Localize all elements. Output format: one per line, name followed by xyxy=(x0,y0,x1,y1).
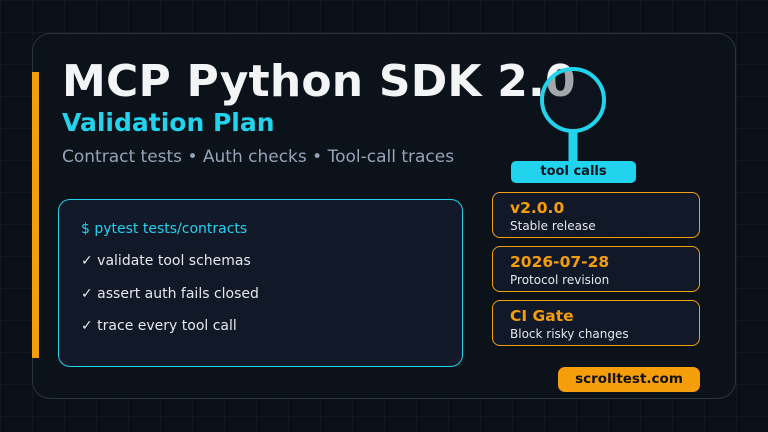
tool-calls-tag: tool calls xyxy=(511,161,636,183)
info-card-protocol: 2026-07-28 Protocol revision xyxy=(492,246,700,292)
terminal-command: $ pytest tests/contracts xyxy=(81,221,248,237)
terminal-check: ✓ trace every tool call xyxy=(81,318,237,334)
accent-bar xyxy=(32,72,39,358)
terminal-panel: $ pytest tests/contracts ✓ validate tool… xyxy=(58,199,463,367)
page-subtitle: Validation Plan xyxy=(62,108,275,137)
info-card-value: 2026-07-28 xyxy=(510,253,610,271)
info-card-label: Stable release xyxy=(510,219,596,233)
terminal-check: ✓ validate tool schemas xyxy=(81,253,251,269)
info-card-version: v2.0.0 Stable release xyxy=(492,192,700,238)
site-domain-badge: scrolltest.com xyxy=(558,367,700,392)
terminal-check: ✓ assert auth fails closed xyxy=(81,286,259,302)
slide: MCP Python SDK 2.0 Validation Plan Contr… xyxy=(0,0,768,432)
info-card-label: Block risky changes xyxy=(510,327,629,341)
info-card-ci-gate: CI Gate Block risky changes xyxy=(492,300,700,346)
info-card-value: v2.0.0 xyxy=(510,199,565,217)
info-card-value: CI Gate xyxy=(510,307,574,325)
page-title: MCP Python SDK 2.0 xyxy=(62,56,576,107)
info-card-label: Protocol revision xyxy=(510,273,610,287)
tagline: Contract tests • Auth checks • Tool-call… xyxy=(62,147,455,167)
